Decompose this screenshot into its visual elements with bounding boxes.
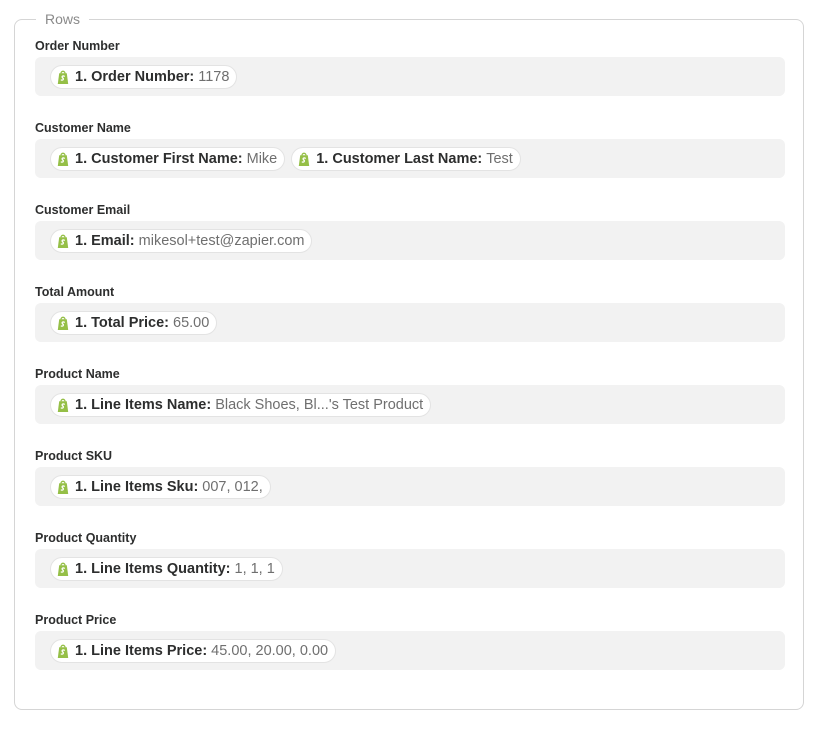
pill-field-value: 65.00 bbox=[173, 314, 210, 331]
pill-field-value: 45.00, 20.00, 0.00 bbox=[211, 642, 329, 659]
field-input-product-sku[interactable]: 1. Line Items Sku: 007, 012, bbox=[35, 467, 785, 506]
shopify-icon bbox=[57, 316, 69, 330]
field-input-total-amount[interactable]: 1. Total Price: 65.00 bbox=[35, 303, 785, 342]
pill-field-name: 1. Customer First Name: bbox=[75, 150, 243, 167]
pill-field-name: 1. Line Items Sku: bbox=[75, 478, 199, 495]
mapped-field-pill[interactable]: 1. Order Number: 1178 bbox=[50, 64, 238, 89]
mapped-field-pill[interactable]: 1. Line Items Price: 45.00, 20.00, 0.00 bbox=[50, 638, 337, 663]
pill-field-name: 1. Customer Last Name: bbox=[316, 150, 483, 167]
field-input-order-number[interactable]: 1. Order Number: 1178 bbox=[35, 57, 785, 96]
pill-field-value: Mike bbox=[246, 150, 278, 167]
field-label-product-price: Product Price bbox=[35, 613, 117, 627]
mapped-field-pill[interactable]: 1. Line Items Sku: 007, 012, bbox=[50, 474, 271, 499]
rows-legend: Rows bbox=[36, 10, 90, 28]
field-input-product-quantity[interactable]: 1. Line Items Quantity: 1, 1, 1 bbox=[35, 549, 785, 588]
shopify-icon bbox=[57, 644, 69, 658]
mapped-field-pill[interactable]: 1. Total Price: 65.00 bbox=[50, 310, 218, 335]
field-input-product-name[interactable]: 1. Line Items Name: Black Shoes, Bl...'s … bbox=[35, 385, 785, 424]
pill-field-value: 1, 1, 1 bbox=[234, 560, 275, 577]
pill-field-name: 1. Total Price: bbox=[75, 314, 170, 331]
mapped-field-pill[interactable]: 1. Email: mikesol+test@zapier.com bbox=[50, 228, 313, 253]
field-input-product-price[interactable]: 1. Line Items Price: 45.00, 20.00, 0.00 bbox=[35, 631, 785, 670]
shopify-icon bbox=[57, 70, 69, 84]
field-label-order-number: Order Number bbox=[35, 39, 120, 53]
pill-field-value: 1178 bbox=[198, 68, 230, 85]
rows-fieldset bbox=[14, 19, 804, 710]
shopify-icon bbox=[57, 152, 69, 166]
field-input-customer-email[interactable]: 1. Email: mikesol+test@zapier.com bbox=[35, 221, 785, 260]
field-label-product-sku: Product SKU bbox=[35, 449, 113, 463]
shopify-icon bbox=[57, 562, 69, 576]
pill-field-name: 1. Order Number: bbox=[75, 68, 195, 85]
mapped-field-pill[interactable]: 1. Customer Last Name: Test bbox=[291, 146, 521, 171]
pill-field-value: Test bbox=[486, 150, 513, 167]
shopify-icon bbox=[299, 152, 310, 166]
pill-field-name: 1. Line Items Price: bbox=[75, 642, 208, 659]
field-label-total-amount: Total Amount bbox=[35, 285, 115, 299]
mapped-field-pill[interactable]: 1. Line Items Quantity: 1, 1, 1 bbox=[50, 556, 283, 581]
field-label-product-name: Product Name bbox=[35, 367, 120, 381]
field-label-product-quantity: Product Quantity bbox=[35, 531, 137, 545]
field-label-customer-email: Customer Email bbox=[35, 203, 131, 217]
mapped-field-pill[interactable]: 1. Customer First Name: Mike bbox=[50, 146, 286, 171]
pill-field-name: 1. Email: bbox=[75, 232, 135, 249]
pill-field-value: mikesol+test@zapier.com bbox=[138, 232, 305, 249]
shopify-icon bbox=[57, 234, 69, 248]
field-label-customer-name: Customer Name bbox=[35, 121, 131, 135]
pill-field-name: 1. Line Items Name: bbox=[75, 396, 212, 413]
field-input-customer-name[interactable]: 1. Customer First Name: Mike 1. Customer … bbox=[35, 139, 785, 178]
pill-field-name: 1. Line Items Quantity: bbox=[75, 560, 231, 577]
shopify-icon bbox=[57, 398, 69, 412]
mapped-field-pill[interactable]: 1. Line Items Name: Black Shoes, Bl...'s … bbox=[50, 392, 432, 417]
shopify-icon bbox=[57, 480, 69, 494]
pill-field-value: Black Shoes, Bl...'s Test Product bbox=[215, 396, 424, 413]
pill-field-value: 007, 012, bbox=[202, 478, 263, 495]
